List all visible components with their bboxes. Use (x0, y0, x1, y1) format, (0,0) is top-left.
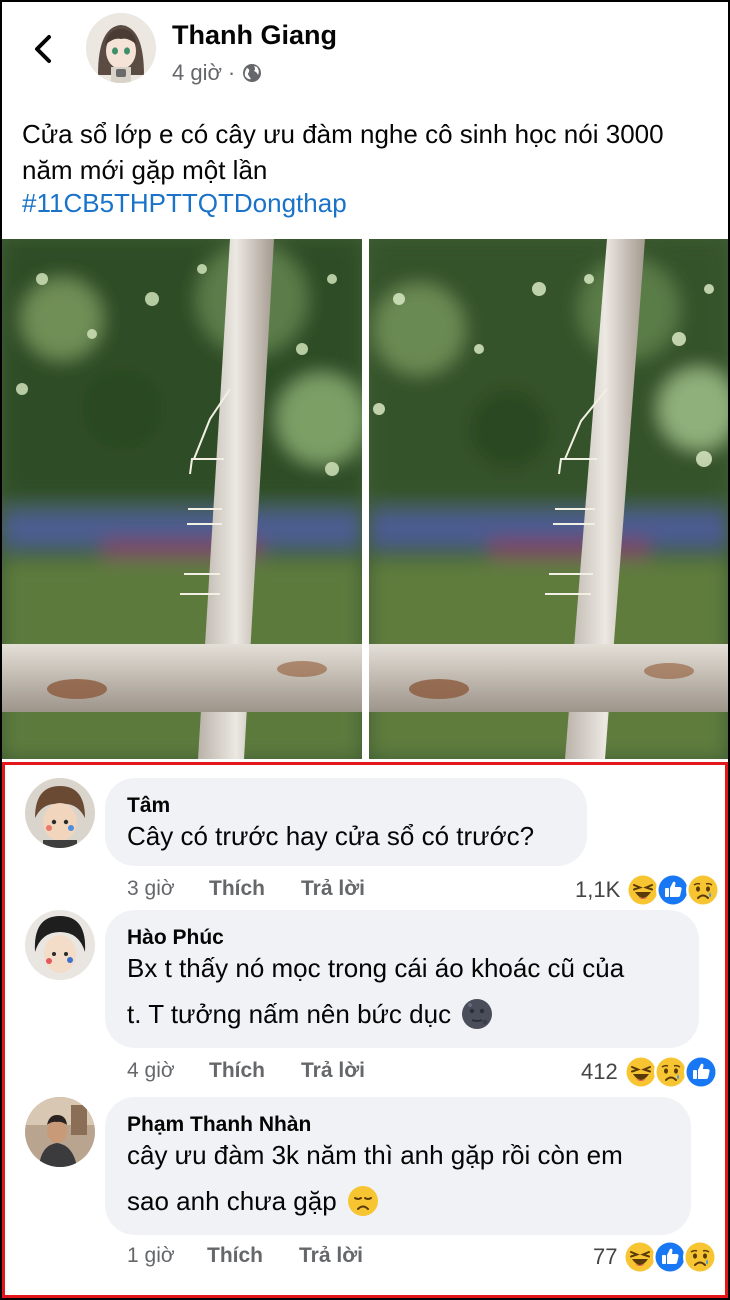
comment-text-line-1: Bx t thấy nó mọc trong cái áo khoác cũ c… (127, 953, 625, 983)
comment-time: 4 giờ (127, 1059, 175, 1082)
boy-avatar-image (25, 778, 95, 848)
comment-bubble[interactable]: Hào Phúc Bx t thấy nó mọc trong cái áo k… (105, 910, 699, 1048)
sad-reaction-icon (653, 1055, 688, 1089)
comment-actions: 3 giờ Thích Trả lời (127, 877, 365, 901)
boy-avatar-image (25, 910, 95, 980)
reply-button[interactable]: Trả lời (299, 1244, 363, 1268)
post-meta: 4 giờ · (172, 60, 263, 86)
like-reaction-icon (653, 1240, 688, 1274)
comment-text: Cây có trước hay cửa sổ có trước? (127, 821, 535, 851)
reply-button[interactable]: Trả lời (301, 877, 365, 901)
comment-time: 1 giờ (127, 1244, 175, 1267)
comments-section: Tâm Cây có trước hay cửa sổ có trước? 3 … (2, 762, 728, 1298)
comment-time: 3 giờ (127, 877, 175, 900)
rusty-window-bar-photo (369, 239, 728, 759)
commenter-avatar[interactable] (25, 1097, 95, 1167)
like-reaction-icon (656, 873, 691, 907)
commenter-avatar[interactable] (25, 778, 95, 848)
haha-reaction-icon (623, 1055, 658, 1089)
meta-separator: · (227, 60, 236, 85)
post-screen: Thanh Giang 4 giờ · Cửa sổ lớp e có cây … (2, 2, 728, 1298)
haha-reaction-icon (626, 873, 661, 907)
post-photo-1[interactable] (2, 239, 362, 759)
like-reaction-icon (683, 1055, 718, 1089)
comment-text-line-2: t. T tưởng nấm nên bức dục (127, 999, 452, 1029)
reaction-count: 1,1K (575, 877, 621, 902)
comment-text-line-1: cây ưu đàm 3k năm thì anh gặp rồi còn em (127, 1140, 623, 1170)
globe-icon (243, 64, 262, 82)
reply-button[interactable]: Trả lời (301, 1059, 365, 1083)
comment-text-line-2: sao anh chưa gặp (127, 1186, 337, 1216)
rusty-window-bar-photo (2, 239, 362, 759)
chevron-left-icon (35, 35, 51, 63)
post-photo-2[interactable] (369, 239, 728, 759)
reaction-count: 77 (593, 1244, 618, 1269)
post-hashtag[interactable]: #11CB5THPTTQTDongthap (22, 188, 347, 219)
new-moon-face-emoji-icon (462, 999, 493, 1029)
comment-text-line-2-wrap: t. T tưởng nấm nên bức dục (127, 992, 493, 1036)
haha-reaction-icon (623, 1240, 658, 1274)
comment-bubble[interactable]: Tâm Cây có trước hay cửa sổ có trước? (105, 778, 587, 866)
anime-girl-avatar-image (86, 13, 156, 83)
author-name[interactable]: Thanh Giang (172, 20, 337, 51)
reaction-summary[interactable]: 1,1K (575, 873, 721, 907)
author-avatar[interactable] (86, 13, 156, 83)
reaction-count: 412 (581, 1059, 618, 1084)
like-button[interactable]: Thích (209, 1059, 301, 1083)
like-button[interactable]: Thích (209, 877, 301, 901)
reaction-summary[interactable]: 412 (581, 1055, 718, 1089)
sad-reaction-icon (686, 873, 721, 907)
disappointed-face-emoji-icon (347, 1186, 378, 1216)
comment-actions: 4 giờ Thích Trả lời (127, 1059, 365, 1083)
reaction-summary[interactable]: 77 (593, 1240, 718, 1274)
back-button[interactable] (28, 32, 60, 66)
person-photo-avatar-image (25, 1097, 95, 1167)
post-time[interactable]: 4 giờ (172, 60, 222, 86)
commenter-avatar[interactable] (25, 910, 95, 980)
like-button[interactable]: Thích (207, 1244, 299, 1268)
post-text: Cửa sổ lớp e có cây ưu đàm nghe cô sinh … (22, 119, 664, 185)
comment-actions: 1 giờ Thích Trả lời (127, 1244, 363, 1268)
sad-reaction-icon (683, 1240, 718, 1274)
comment-text-line-2-wrap: sao anh chưa gặp (127, 1179, 379, 1223)
comment-bubble[interactable]: Phạm Thanh Nhàn cây ưu đàm 3k năm thì an… (105, 1097, 691, 1235)
